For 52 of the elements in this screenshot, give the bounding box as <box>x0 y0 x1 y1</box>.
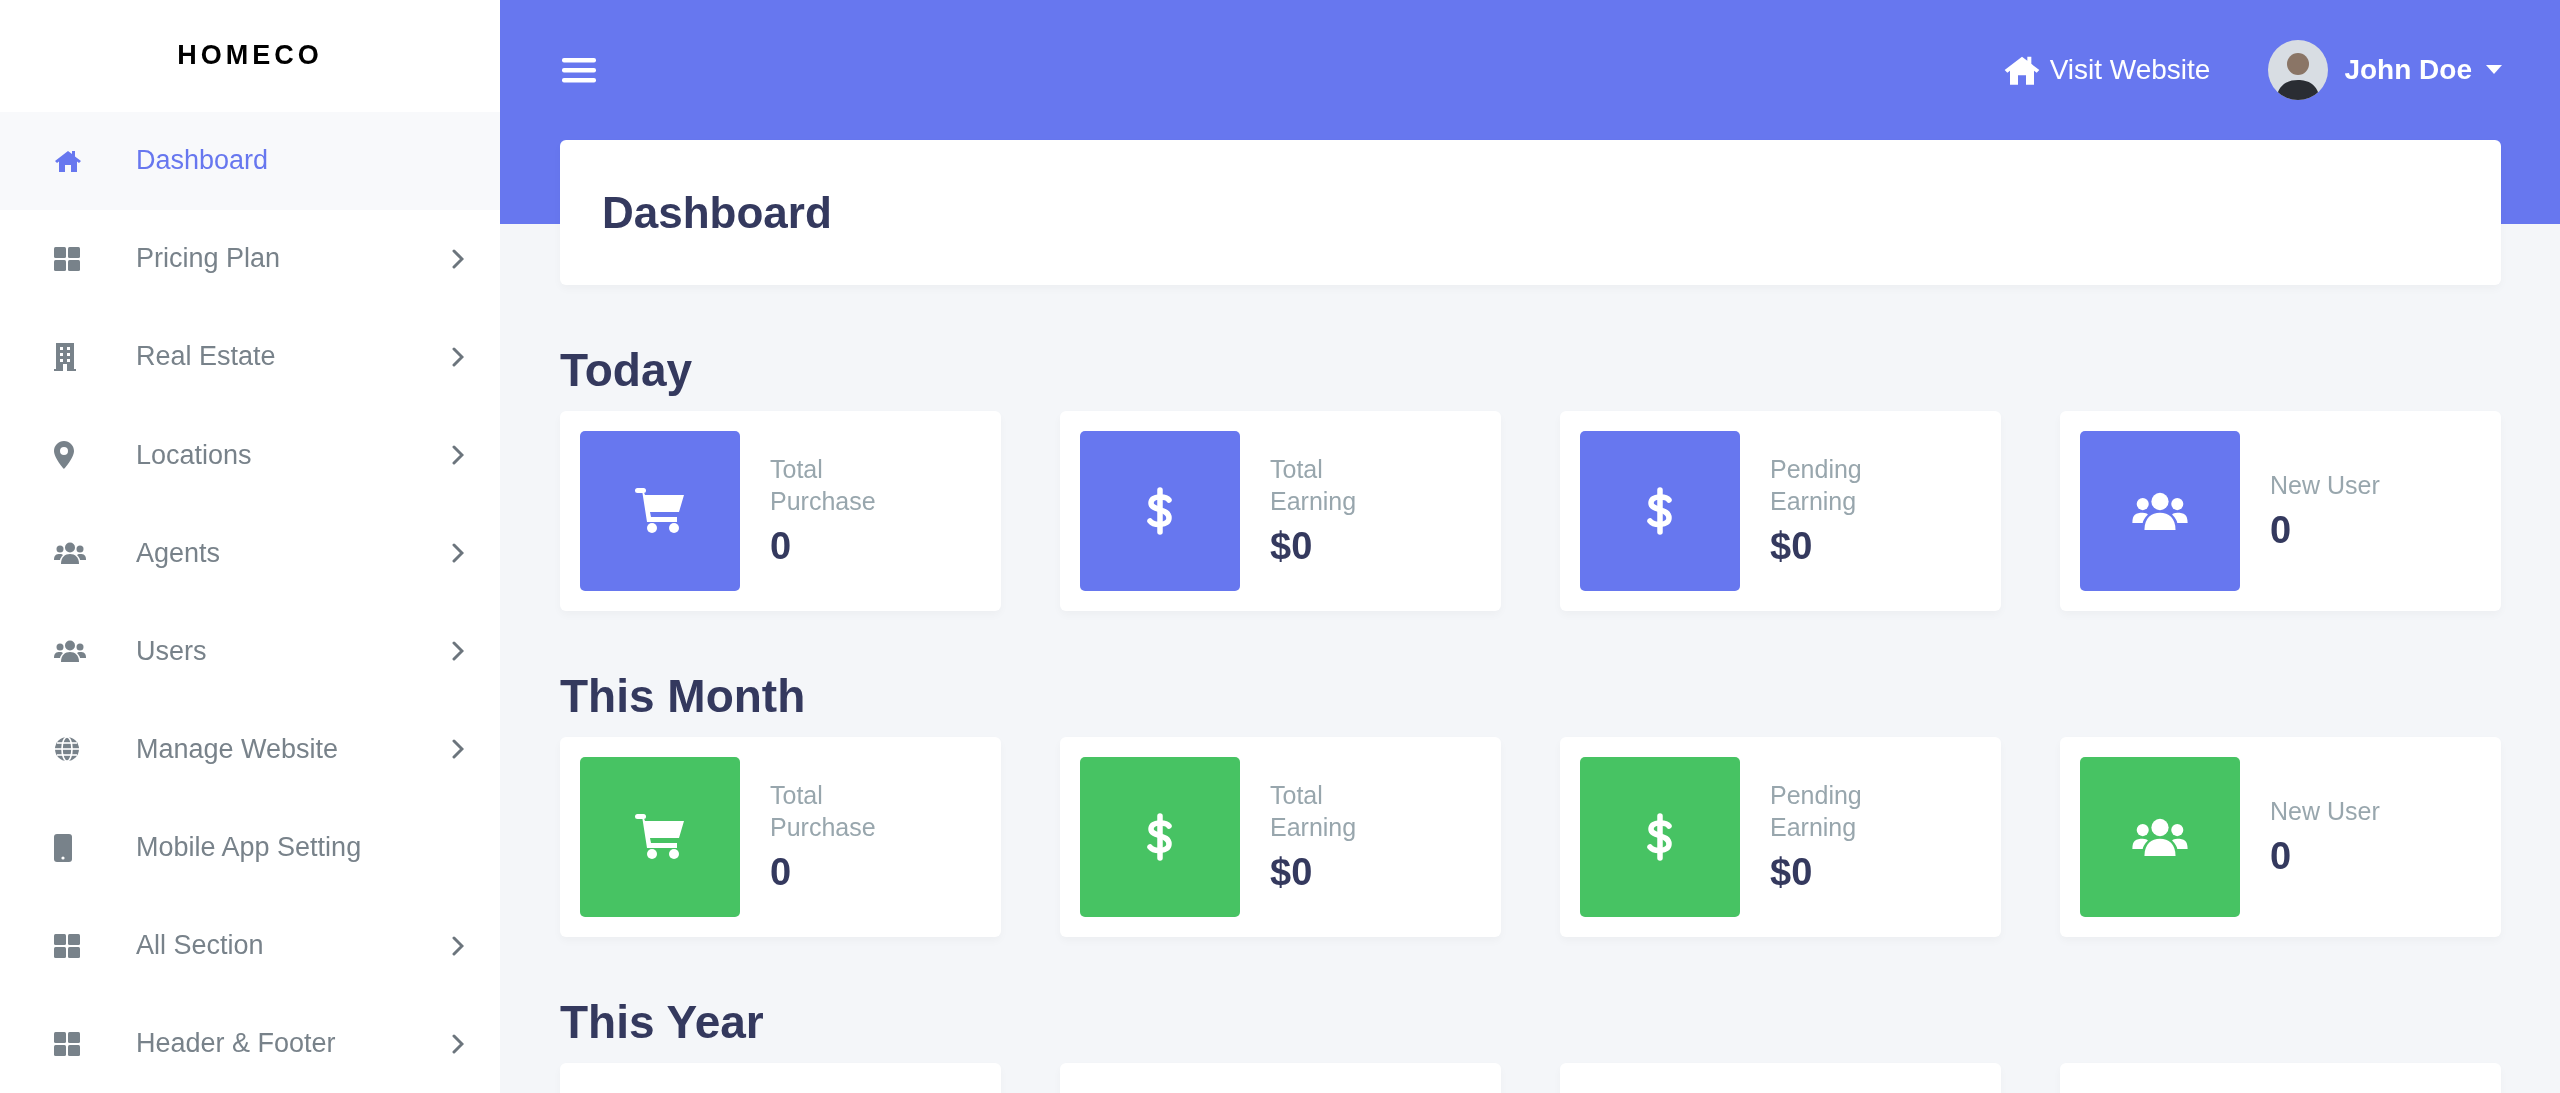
caret-down-icon <box>2486 65 2502 75</box>
menu-icon[interactable] <box>562 56 596 84</box>
user-menu[interactable]: John Doe <box>2268 40 2502 100</box>
globe-icon <box>54 736 80 763</box>
section-title: This Year <box>560 999 765 1045</box>
sidebar-item[interactable]: Dashboard <box>0 111 500 210</box>
dollar-icon <box>1647 487 1673 535</box>
dollar-icon <box>1647 813 1673 861</box>
grid-icon <box>54 933 80 958</box>
stat-value: 0 <box>2270 509 2293 553</box>
sidebar-item[interactable]: Header & Footer <box>0 994 500 1093</box>
stat-value: 0 <box>770 524 793 568</box>
sidebar-item[interactable]: Real Estate <box>0 307 500 406</box>
users-icon <box>2132 492 2188 530</box>
stat-value: 0 <box>770 850 793 894</box>
logo: HOMECO <box>176 39 324 73</box>
cart-icon <box>635 488 685 534</box>
page-title: Dashboard <box>602 187 832 238</box>
stat-value: 0 <box>2270 835 2293 879</box>
stat-value: $0 <box>1270 850 1314 894</box>
sidebar-item[interactable]: Agents <box>0 504 500 603</box>
users-icon <box>54 542 86 565</box>
sidebar-item[interactable]: Manage Website <box>0 700 500 799</box>
stat-label: Total Earning <box>1270 780 1358 843</box>
grid-icon <box>54 1031 80 1056</box>
location-pin-icon <box>54 441 74 470</box>
stat-value: $0 <box>1770 524 1814 568</box>
mobile-phone-icon <box>54 833 72 862</box>
dollar-icon <box>1147 813 1173 861</box>
stat-value: $0 <box>1770 850 1814 894</box>
dollar-icon <box>1147 487 1173 535</box>
section-title: This Month <box>560 673 807 719</box>
sidebar-item[interactable]: Locations <box>0 405 500 505</box>
building-icon <box>54 342 76 371</box>
stat-label: Total Purchase <box>770 454 877 517</box>
stat-value: $0 <box>1270 524 1314 568</box>
stat-label: Total Purchase <box>770 780 877 843</box>
sidebar-item[interactable]: All Section <box>0 896 500 995</box>
grid-icon <box>54 246 80 271</box>
stat-label: Total Earning <box>1270 454 1358 517</box>
users-icon <box>2132 818 2188 856</box>
sidebar-item[interactable]: Users <box>0 602 500 701</box>
stat-label: New User <box>2270 469 2381 501</box>
stat-label: Pending Earning <box>1770 780 1863 843</box>
sidebar-item[interactable]: Mobile App Setting <box>0 798 500 897</box>
home-icon <box>54 148 82 173</box>
users-icon <box>54 640 86 663</box>
stat-label: Pending Earning <box>1770 454 1863 517</box>
sidebar-item[interactable]: Pricing Plan <box>0 209 500 308</box>
visit-website-link[interactable]: Visit Website <box>2001 54 2211 86</box>
stat-label: New User <box>2270 795 2381 827</box>
cart-icon <box>635 814 685 860</box>
